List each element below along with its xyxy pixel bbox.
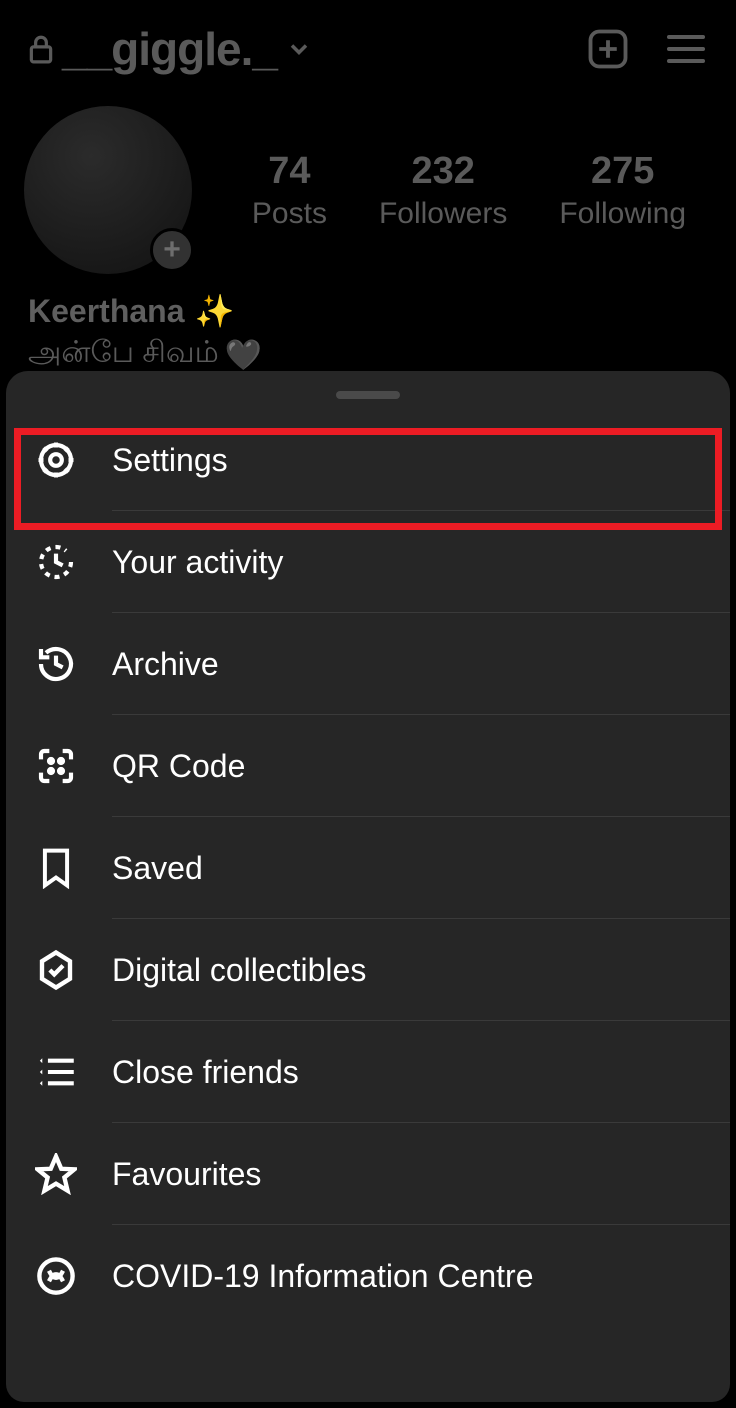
sheet-grabber[interactable] (336, 391, 400, 399)
close-friends-icon (34, 1050, 78, 1094)
menu-your-activity[interactable]: Your activity (6, 511, 730, 613)
display-name: Keerthana ✨ (28, 292, 736, 330)
profile-avatar[interactable]: + (24, 106, 192, 274)
menu-covid-info[interactable]: COVID-19 Information Centre (6, 1225, 730, 1327)
username-text: __giggle._ (62, 22, 277, 76)
menu-item-label: Favourites (112, 1156, 261, 1193)
posts-stat[interactable]: 74 Posts (252, 150, 327, 231)
create-button[interactable] (586, 27, 630, 71)
topbar: __giggle._ (0, 0, 736, 86)
covid-info-icon (34, 1254, 78, 1298)
following-count: 275 (559, 150, 686, 193)
menu-item-label: Archive (112, 646, 219, 683)
qr-code-icon (34, 744, 78, 788)
add-story-badge[interactable]: + (150, 228, 194, 272)
posts-count: 74 (252, 150, 327, 193)
menu-item-label: COVID-19 Information Centre (112, 1258, 534, 1295)
menu-bottom-sheet: Settings Your activity Archive (6, 371, 730, 1402)
menu-item-label: Saved (112, 850, 203, 887)
menu-item-label: Your activity (112, 544, 283, 581)
followers-count: 232 (379, 150, 507, 193)
activity-icon (34, 540, 78, 584)
chevron-down-icon (285, 35, 313, 63)
sparkle-icon: ✨ (195, 292, 235, 330)
star-icon (34, 1152, 78, 1196)
bookmark-icon (34, 846, 78, 890)
menu-archive[interactable]: Archive (6, 613, 730, 715)
heart-icon: 🖤 (225, 338, 262, 373)
bio-text: அன்பே சிவம் 🖤 (28, 336, 736, 374)
menu-item-label: Close friends (112, 1054, 299, 1091)
menu-item-label: Settings (112, 442, 228, 479)
hexagon-check-icon (34, 948, 78, 992)
menu-item-label: QR Code (112, 748, 245, 785)
followers-label: Followers (379, 197, 507, 231)
menu-settings[interactable]: Settings (6, 409, 730, 511)
following-label: Following (559, 197, 686, 231)
menu-favourites[interactable]: Favourites (6, 1123, 730, 1225)
followers-stat[interactable]: 232 Followers (379, 150, 507, 231)
plus-square-icon (587, 28, 629, 70)
menu-qr-code[interactable]: QR Code (6, 715, 730, 817)
username-switcher[interactable]: __giggle._ (28, 22, 586, 76)
posts-label: Posts (252, 197, 327, 231)
menu-button[interactable] (664, 27, 708, 71)
menu-saved[interactable]: Saved (6, 817, 730, 919)
menu-item-label: Digital collectibles (112, 952, 366, 989)
menu-digital-collectibles[interactable]: Digital collectibles (6, 919, 730, 1021)
following-stat[interactable]: 275 Following (559, 150, 686, 231)
gear-icon (34, 438, 78, 482)
menu-close-friends[interactable]: Close friends (6, 1021, 730, 1123)
archive-icon (34, 642, 78, 686)
lock-icon (28, 34, 54, 64)
